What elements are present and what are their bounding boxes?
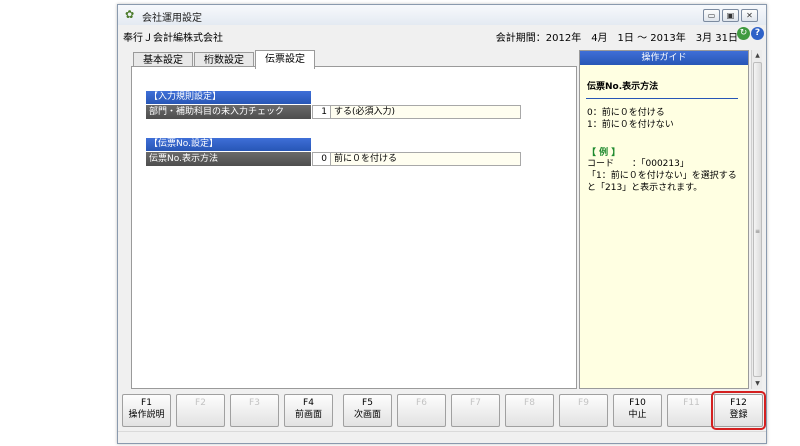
fkey-code: F9 <box>578 398 589 408</box>
function-key-bar: F1 操作説明 F2 F3 F4 前画面 F5 次画面 F6 F7 F8 F9 … <box>122 391 766 430</box>
fkey-label: 前画面 <box>294 410 322 420</box>
f1-key-button[interactable]: F1 操作説明 <box>122 394 171 427</box>
refresh-icon[interactable]: ↻ <box>737 27 750 40</box>
fkey-code: F1 <box>141 398 152 408</box>
fkey-label: 中止 <box>628 410 647 420</box>
fkey-code: F11 <box>683 398 700 408</box>
guide-code-line: コード ：「000213」 <box>587 159 689 169</box>
f8-key-button: F8 <box>505 394 554 427</box>
f2-key-button: F2 <box>176 394 225 427</box>
info-bar: 奉行Ｊ会計編株式会社 会計期間：2012年 4月 1日 〜 2013年 3月 3… <box>118 25 766 44</box>
status-bar <box>118 431 766 443</box>
maximize-button[interactable]: ▣ <box>722 9 739 22</box>
field-code-unentered-check[interactable]: 1 <box>312 105 331 119</box>
f11-key-button: F11 <box>667 394 716 427</box>
f5-key-button[interactable]: F5 次画面 <box>343 394 392 427</box>
scroll-up-arrow-icon[interactable]: ▲ <box>753 51 762 60</box>
help-icon[interactable]: ? <box>751 27 764 40</box>
field-label-voucher-no-display: 伝票No.表示方法 <box>146 152 311 166</box>
close-button[interactable]: ✕ <box>741 9 758 22</box>
section-header-input-rules: 【入力規則設定】 <box>146 91 311 104</box>
fkey-code: F4 <box>303 398 314 408</box>
app-leaf-icon: ✿ <box>125 8 135 21</box>
f9-key-button: F9 <box>559 394 608 427</box>
guide-example-label: 【 例 】 <box>587 148 621 158</box>
guide-header: 操作ガイド <box>580 51 748 65</box>
f10-key-button[interactable]: F10 中止 <box>613 394 662 427</box>
scroll-thumb[interactable] <box>753 62 762 377</box>
fkey-code: F8 <box>524 398 535 408</box>
fkey-code: F7 <box>470 398 481 408</box>
fkey-code: F6 <box>416 398 427 408</box>
guide-option-1: 1：前に０を付けない <box>587 120 674 130</box>
field-value-voucher-no-display: 前に０を付ける <box>331 152 521 166</box>
settings-panel: 【入力規則設定】 部門・補助科目の未入力チェック 1 する(必須入力) 【伝票N… <box>131 66 577 389</box>
guide-scrollbar[interactable]: ▲ ≡ ▼ <box>751 50 762 389</box>
guide-title: 伝票No.表示方法 <box>587 82 659 92</box>
tab-voucher-settings[interactable]: 伝票設定 <box>255 50 315 69</box>
fkey-code: F5 <box>362 398 373 408</box>
company-name: 奉行Ｊ会計編株式会社 <box>123 33 223 44</box>
f4-key-button[interactable]: F4 前画面 <box>284 394 333 427</box>
f7-key-button: F7 <box>451 394 500 427</box>
f6-key-button: F6 <box>397 394 446 427</box>
fkey-code: F12 <box>730 398 747 408</box>
window-controls: ▭ ▣ ✕ <box>703 9 758 22</box>
field-value-unentered-check: する(必須入力) <box>331 105 521 119</box>
fkey-code: F2 <box>195 398 206 408</box>
guide-explanation: 「1：前に０を付けない」を選択すると「213」と表示されます。 <box>587 171 737 193</box>
field-label-unentered-check: 部門・補助科目の未入力チェック <box>146 105 311 119</box>
section-header-voucher-no: 【伝票No.設定】 <box>146 138 311 151</box>
fkey-label: 登録 <box>729 410 748 420</box>
fkey-label: 操作説明 <box>128 410 165 420</box>
minimize-button[interactable]: ▭ <box>703 9 720 22</box>
scroll-grip-icon: ≡ <box>755 228 761 235</box>
guide-option-0: 0：前に０を付ける <box>587 108 665 118</box>
fkey-code: F3 <box>249 398 260 408</box>
title-bar: ✿ 会社運用設定 ▭ ▣ ✕ <box>118 5 766 25</box>
fkey-label: 次画面 <box>353 410 381 420</box>
f12-register-button[interactable]: F12 登録 <box>711 391 766 430</box>
window-title: 会社運用設定 <box>142 13 202 24</box>
operation-guide-panel: 操作ガイド 伝票No.表示方法 0：前に０を付ける 1：前に０を付けない 【 例… <box>579 50 749 389</box>
f3-key-button: F3 <box>230 394 279 427</box>
guide-divider <box>586 98 738 99</box>
field-code-voucher-no-display[interactable]: 0 <box>312 152 331 166</box>
fiscal-period: 会計期間：2012年 4月 1日 〜 2013年 3月 31日 <box>495 33 738 44</box>
fkey-code: F10 <box>629 398 646 408</box>
app-window: ✿ 会社運用設定 ▭ ▣ ✕ 奉行Ｊ会計編株式会社 会計期間：2012年 4月 … <box>117 4 767 444</box>
scroll-down-arrow-icon[interactable]: ▼ <box>753 379 762 388</box>
